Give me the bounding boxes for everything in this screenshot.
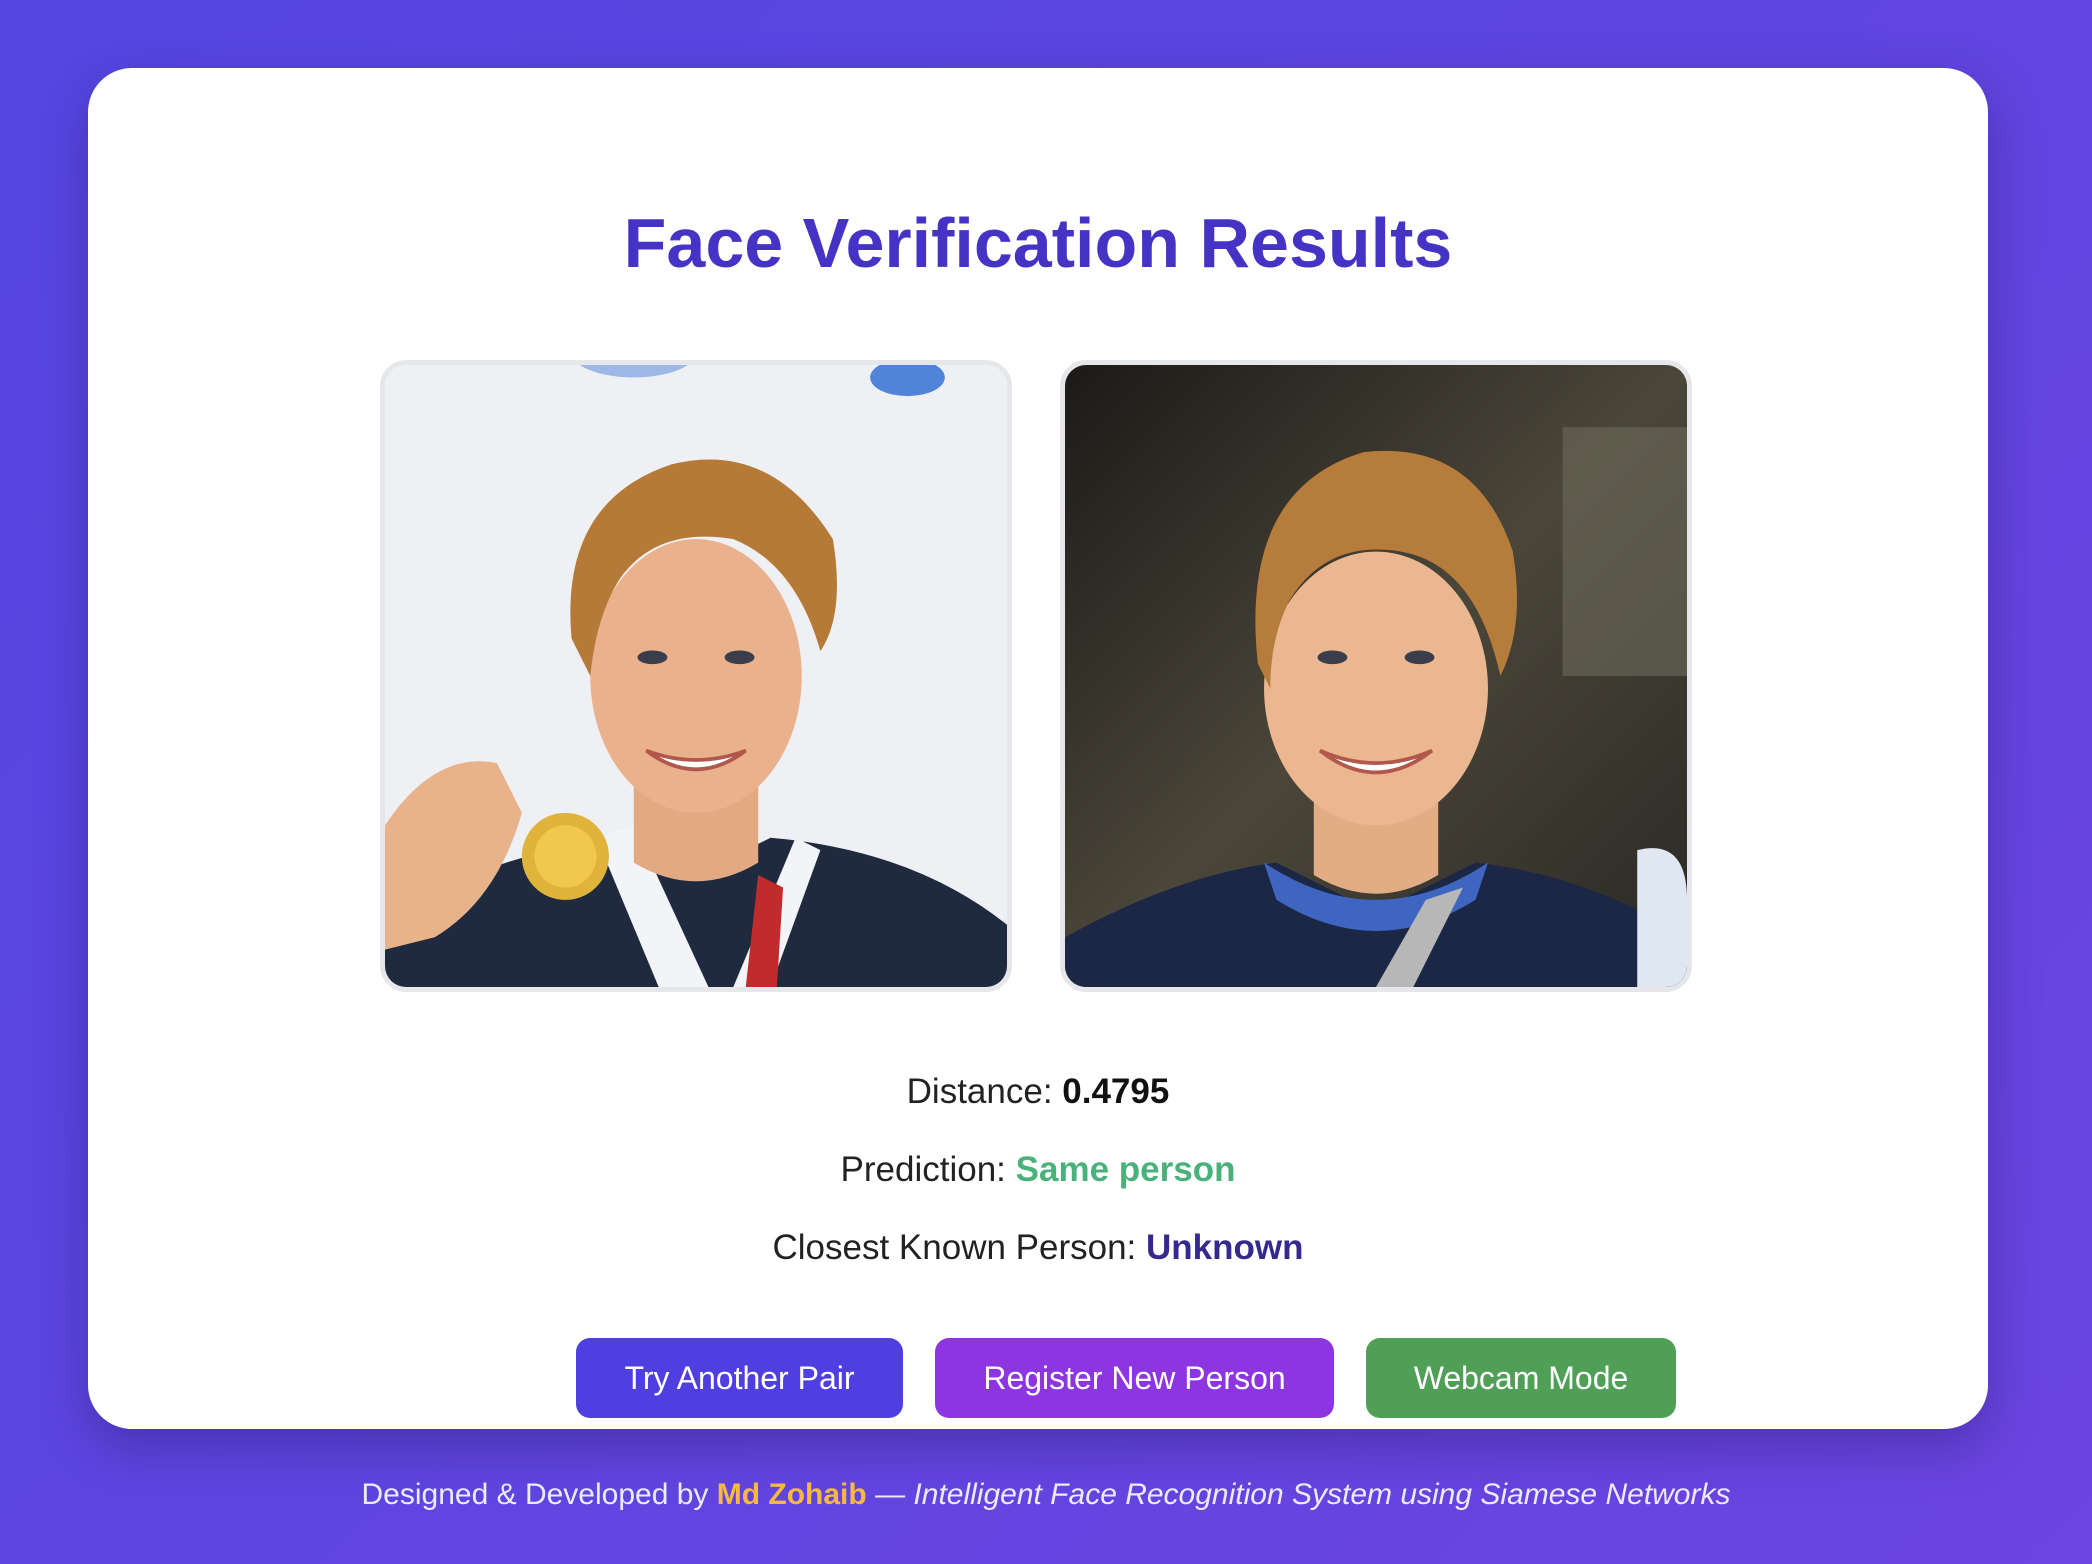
results-card: Face Verification Results Distance: 0.47… (88, 68, 1988, 1429)
prediction-row: Prediction: Same person (88, 1152, 1988, 1187)
footer-separator: — (875, 1478, 906, 1511)
face-image-2 (1060, 360, 1692, 992)
face-photo-2 (1065, 365, 1687, 987)
closest-person-label: Closest Known Person: (772, 1228, 1137, 1267)
prediction-label: Prediction: (840, 1150, 1006, 1189)
try-another-pair-button[interactable]: Try Another Pair (576, 1338, 903, 1418)
register-new-person-button[interactable]: Register New Person (935, 1338, 1334, 1418)
webcam-mode-button[interactable]: Webcam Mode (1366, 1338, 1676, 1418)
page-title: Face Verification Results (623, 204, 1453, 282)
footer-author: Md Zohaib (716, 1478, 867, 1511)
closest-person-row: Closest Known Person: Unknown (88, 1230, 1988, 1265)
footer-tagline: Intelligent Face Recognition System usin… (913, 1478, 1731, 1511)
footer: Designed & Developed by Md Zohaib — Inte… (0, 1480, 2092, 1510)
distance-value: 0.4795 (1062, 1072, 1170, 1111)
closest-person-value: Unknown (1146, 1228, 1304, 1267)
footer-prefix: Designed & Developed by (361, 1478, 709, 1511)
face-photo-1 (385, 365, 1007, 987)
prediction-value: Same person (1015, 1150, 1236, 1189)
distance-row: Distance: 0.4795 (88, 1074, 1988, 1109)
face-image-1 (380, 360, 1012, 992)
distance-label: Distance: (906, 1072, 1053, 1111)
